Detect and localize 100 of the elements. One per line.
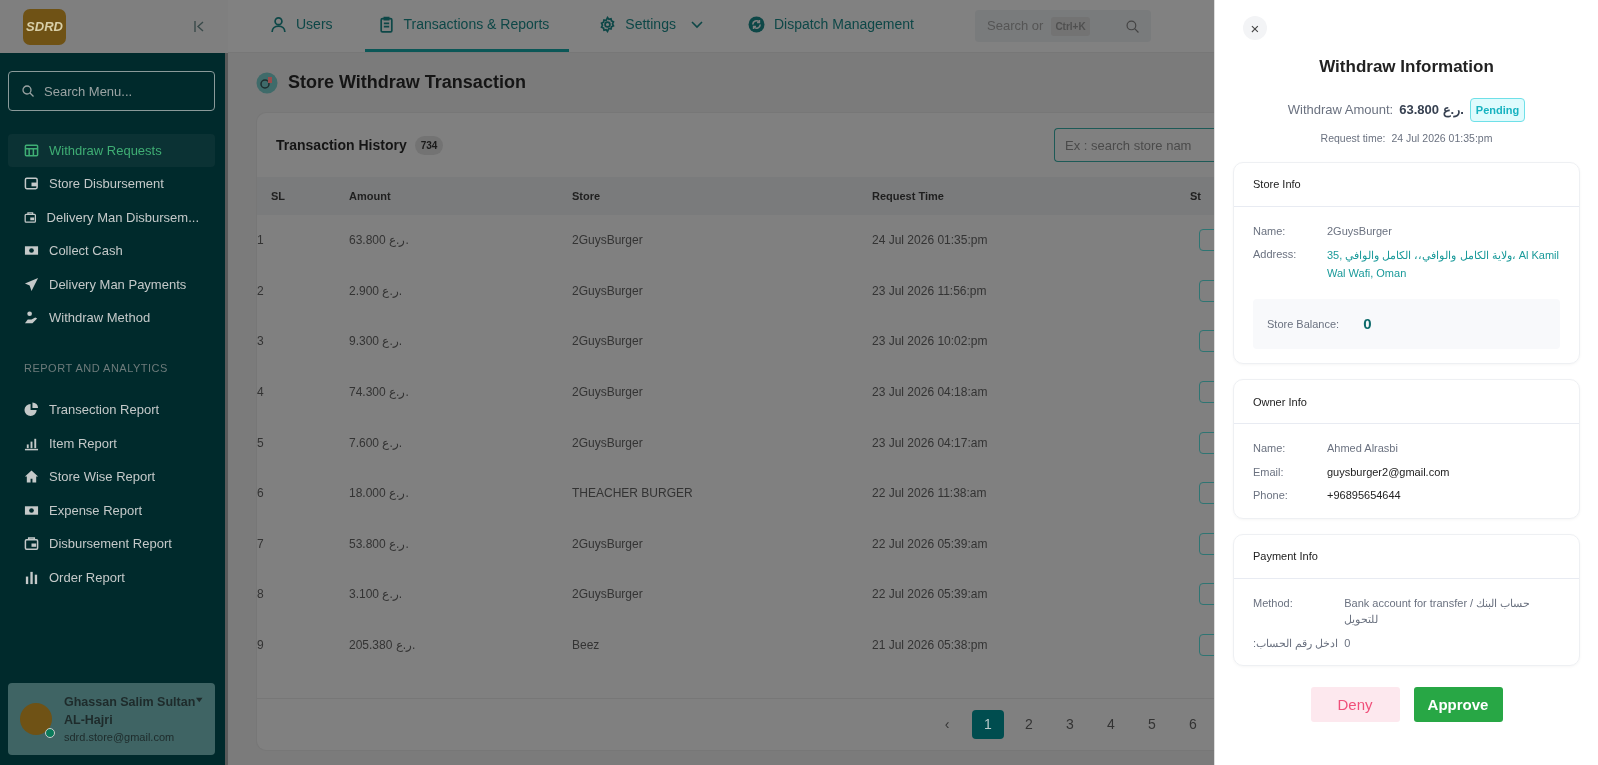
- field-value: guysburger2@gmail.com: [1327, 464, 1451, 480]
- table-cell-text: 2GuysBurger: [572, 384, 644, 402]
- card-title: Payment Info: [1234, 534, 1579, 579]
- page-button[interactable]: 2: [1013, 710, 1045, 739]
- status-badge: Pending: [1469, 97, 1526, 122]
- card-title: Store Info: [1234, 162, 1579, 207]
- table-cell-text: 23 Jul 2026 10:02:pm: [872, 333, 989, 351]
- bag-icon: [24, 536, 39, 552]
- menu-item[interactable]: Store Wise Report: [8, 460, 215, 493]
- table-cell-text: 9.300 ر.ع.: [349, 333, 404, 351]
- menu-item[interactable]: Disbursement Report: [8, 527, 215, 560]
- table-cell-text: 74.300 ر.ع.: [349, 384, 410, 402]
- search-field[interactable]: Search Menu...: [8, 71, 215, 111]
- request-time-value: 24 Jul 2026 01:35:pm: [1391, 131, 1493, 146]
- panel-title: Withdraw Information: [1318, 56, 1495, 78]
- field-value: Ahmed Alrasbi: [1327, 441, 1399, 457]
- menu-item[interactable]: Delivery Man Payments: [8, 268, 215, 301]
- table-cell-text: 5: [257, 434, 265, 452]
- column-header: Store: [572, 177, 872, 215]
- menu-item[interactable]: Transection Report: [8, 393, 215, 426]
- close-button[interactable]: ×: [1243, 16, 1267, 40]
- table-cell-text: 2GuysBurger: [572, 333, 644, 351]
- field-value: 0: [1344, 635, 1352, 651]
- caret-icon: [196, 696, 203, 703]
- deny-button[interactable]: Deny: [1310, 687, 1400, 723]
- table-cell-text: 18.000 ر.ع.: [349, 485, 410, 503]
- table-cell-text: 2.900 ر.ع.: [349, 282, 404, 300]
- table-cell-text: 4: [257, 384, 265, 402]
- column-header: Amount: [349, 177, 572, 215]
- hand-icon: [24, 310, 39, 326]
- field-label: Name:: [1253, 441, 1287, 457]
- page-button[interactable]: 5: [1136, 710, 1168, 739]
- menu-item[interactable]: Store Disbursement: [8, 167, 215, 200]
- table-cell-text: 8: [257, 586, 265, 604]
- table-cell-text: Beez: [572, 637, 601, 655]
- field-label: ادخل رقم الحساب:: [1253, 635, 1339, 652]
- user-name: Ghassan Salim Sultan AL-Hajri: [64, 693, 197, 729]
- table-cell-text: 2GuysBurger: [572, 282, 644, 300]
- field-label: Address:: [1253, 247, 1298, 263]
- user-icon: [270, 16, 287, 33]
- menu-item[interactable]: Withdraw Method: [8, 301, 215, 334]
- table-cell-text: 21 Jul 2026 05:38:pm: [872, 637, 989, 655]
- page-button[interactable]: 6: [1177, 710, 1209, 739]
- balance-label: Store Balance:: [1267, 317, 1340, 332]
- table-cell-text: 23 Jul 2026 04:18:am: [872, 384, 989, 402]
- field-label: Name:: [1253, 223, 1287, 239]
- user-card[interactable]: Ghassan Salim Sultan AL-Hajri sdrd.store@gmail.com: [8, 682, 215, 755]
- table-cell-text: 7.600 ر.ع.: [349, 434, 404, 452]
- table-cell-text: 22 Jul 2026 05:39:am: [872, 586, 989, 604]
- table-cell-text: 1: [257, 232, 265, 250]
- field-label: Phone:: [1253, 488, 1289, 504]
- menu-item[interactable]: Delivery Man Disbursem...: [8, 201, 215, 234]
- table-cell-text: 3: [257, 333, 265, 351]
- previous-page-button[interactable]: ‹: [931, 710, 963, 739]
- bar-chart-icon: [24, 569, 39, 585]
- clipboard-icon: [377, 16, 395, 33]
- field-value: 2GuysBurger: [1327, 223, 1393, 239]
- page-button[interactable]: 1: [972, 710, 1004, 739]
- table-cell-text: 6: [257, 485, 265, 503]
- nav-tab[interactable]: Transactions & Reports: [364, 0, 570, 52]
- nav-tab[interactable]: Settings: [599, 0, 718, 52]
- page-button[interactable]: 3: [1054, 710, 1086, 739]
- menu-item[interactable]: Item Report: [8, 427, 215, 460]
- field-value: +96895654644: [1327, 488, 1402, 504]
- menu-item[interactable]: Order Report: [8, 561, 215, 594]
- request-time-label: Request time:: [1320, 131, 1386, 146]
- bag-icon: [24, 209, 37, 225]
- nav-tab[interactable]: Users: [270, 0, 348, 52]
- table-cell-text: 2: [257, 282, 265, 300]
- column-header: St: [1190, 177, 1214, 215]
- send-icon: [24, 276, 39, 292]
- amount-value: 63.800 ر.ع.: [1399, 101, 1464, 120]
- nav-tab[interactable]: Dispatch Management: [747, 0, 929, 52]
- approve-button[interactable]: Approve: [1413, 687, 1503, 723]
- field-label: Email:: [1253, 464, 1285, 480]
- collapse-icon[interactable]: [194, 21, 204, 32]
- table-cell-text: 23 Jul 2026 11:56:pm: [872, 282, 988, 300]
- address-link[interactable]: 35, ولاية الكامل والوافي،، الكامل والوافي، Al Kamil Wal Wafi, Oman: [1327, 246, 1560, 283]
- table-cell-text: 53.800 ر.ع.: [349, 535, 410, 553]
- table-cell-text: 2GuysBurger: [572, 232, 644, 250]
- sync-icon: [747, 16, 765, 33]
- table-cell-text: 22 Jul 2026 11:38:am: [872, 485, 988, 503]
- menu-item[interactable]: Collect Cash: [8, 234, 215, 267]
- table-cell-text: 7: [257, 535, 265, 553]
- table-cell-text: 3.100 ر.ع.: [349, 586, 404, 604]
- settings-icon: [599, 16, 617, 33]
- section-heading: REPORT AND ANALYTICS: [23, 361, 169, 376]
- card-title: Transaction History: [276, 135, 407, 155]
- table-icon: [24, 142, 39, 158]
- page-button[interactable]: 4: [1095, 710, 1127, 739]
- amount-label: Withdraw Amount:: [1287, 101, 1394, 119]
- card-title: Owner Info: [1234, 380, 1579, 425]
- column-header: Request Time: [872, 177, 1190, 215]
- pie-chart-icon: [24, 402, 39, 418]
- table-cell-text: 63.800 ر.ع.: [349, 232, 410, 250]
- home-icon: [24, 469, 39, 485]
- menu-item[interactable]: Expense Report: [8, 494, 215, 527]
- search-icon: [1126, 19, 1139, 33]
- menu-item[interactable]: Withdraw Requests: [8, 134, 215, 167]
- table-cell-text: 23 Jul 2026 04:17:am: [872, 434, 989, 452]
